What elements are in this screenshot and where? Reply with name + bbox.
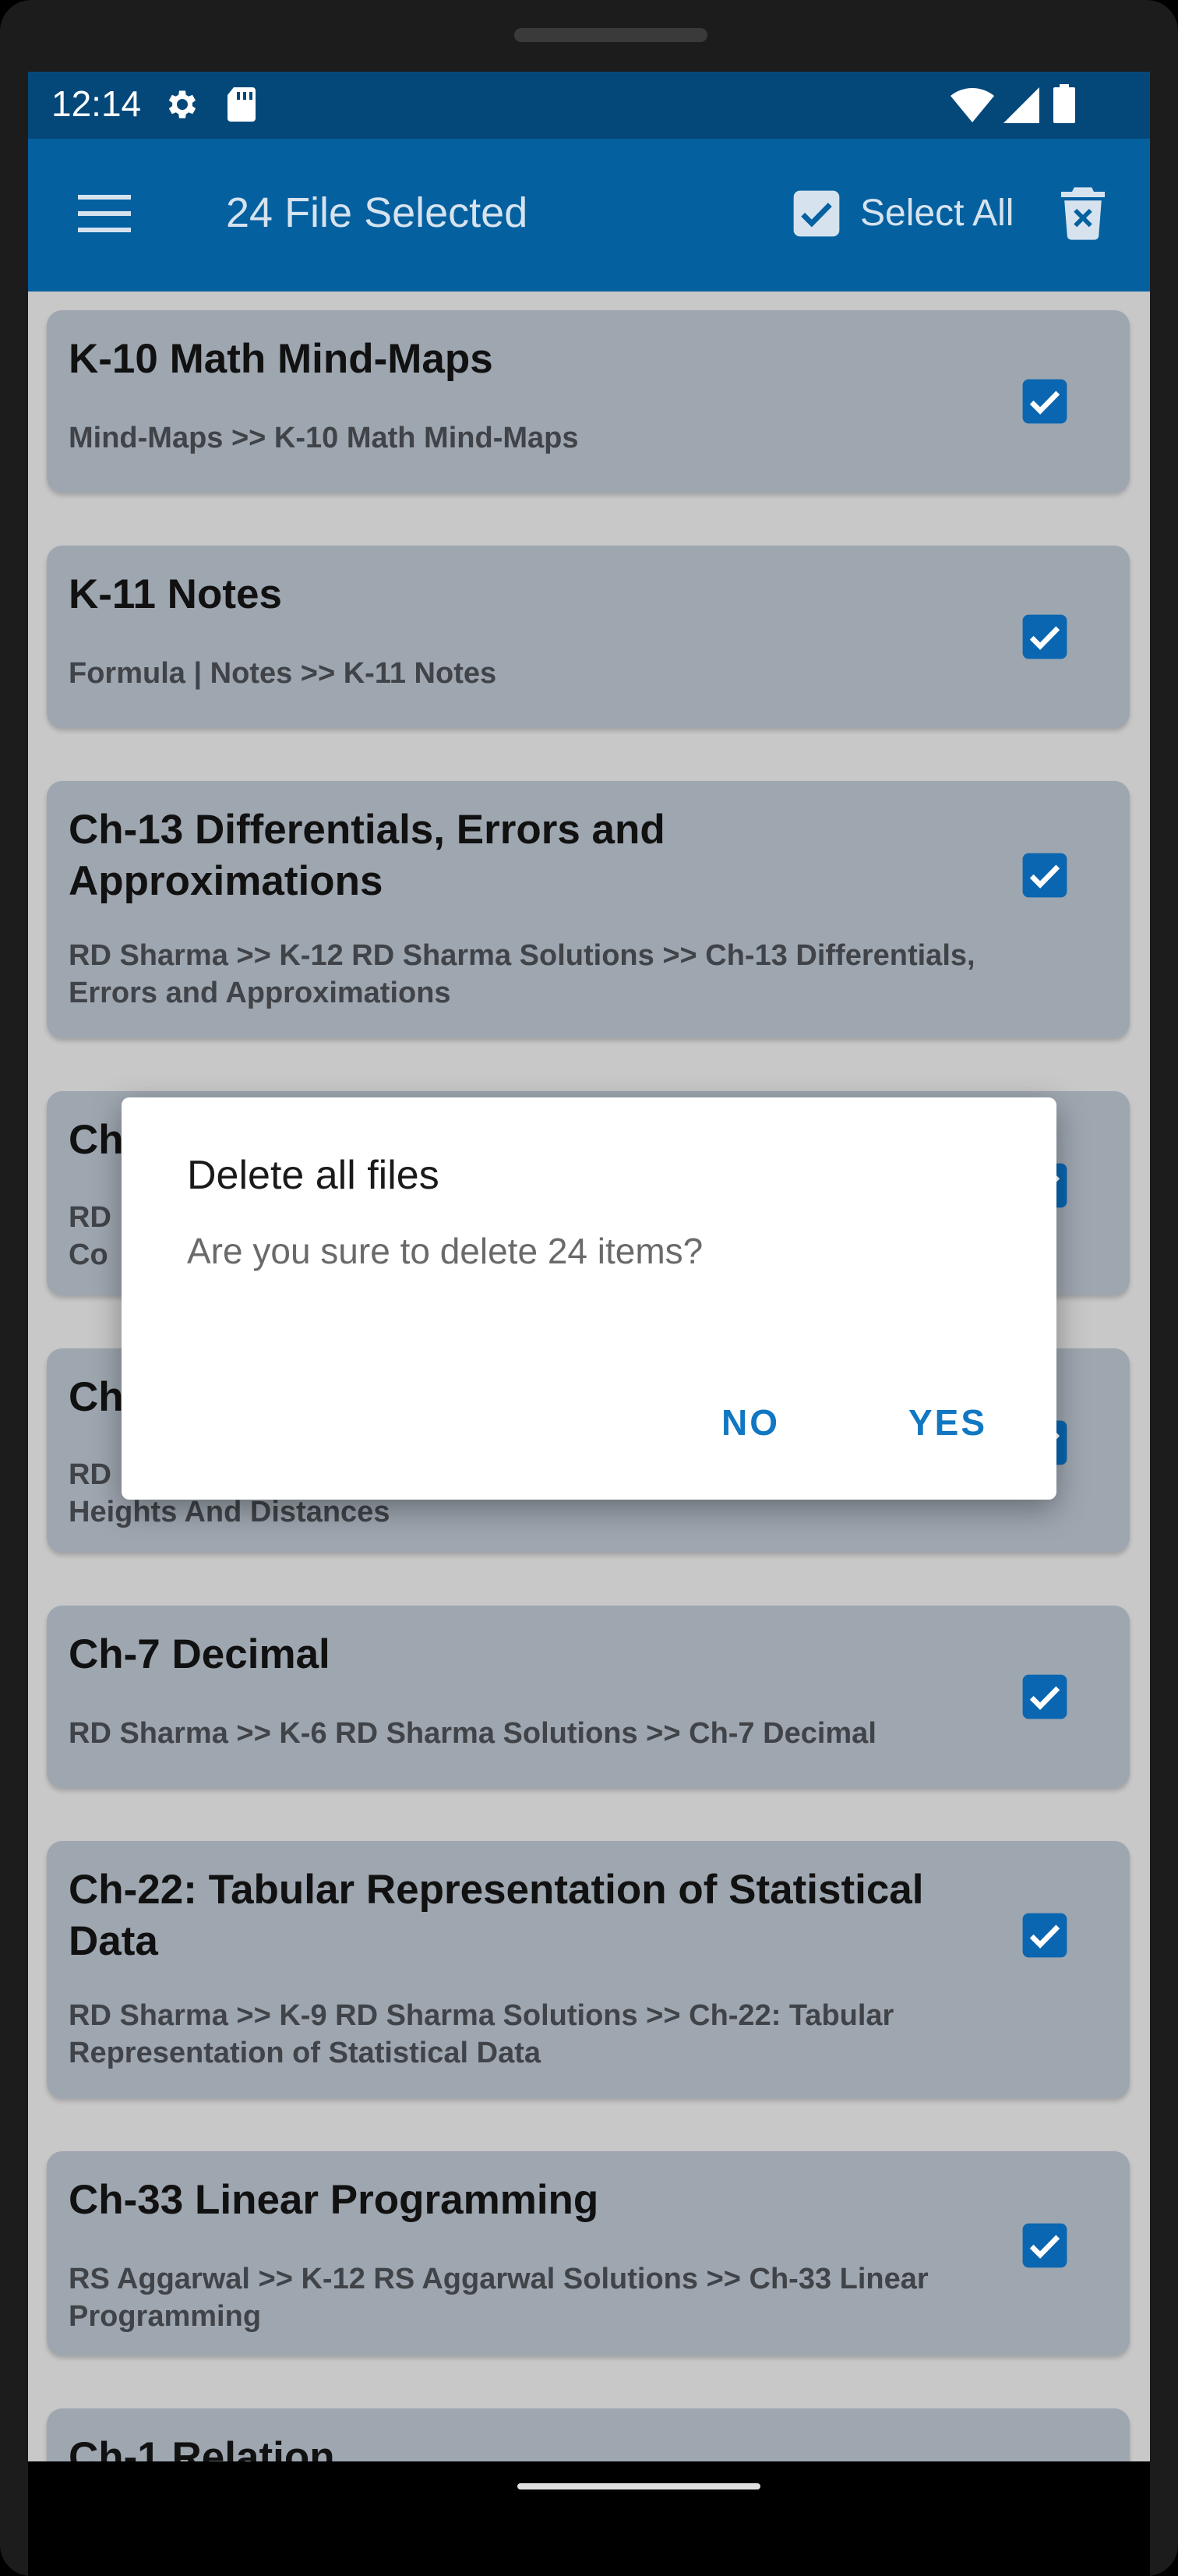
delete-confirm-dialog: Delete all files Are you sure to delete … [122,1097,1056,1500]
dialog-message: Are you sure to delete 24 items? [187,1231,704,1271]
app-screen: 12:14 24 File Selected Select All K-10 M… [28,72,1150,2461]
navigation-bar [28,2461,1150,2576]
yes-button[interactable]: YES [908,1401,987,1443]
no-button[interactable]: NO [721,1401,780,1443]
dialog-title: Delete all files [187,1153,439,1198]
device-frame: 12:14 24 File Selected Select All K-10 M… [0,0,1178,2576]
device-speaker [514,28,707,42]
home-gesture-handle[interactable] [517,2483,760,2489]
